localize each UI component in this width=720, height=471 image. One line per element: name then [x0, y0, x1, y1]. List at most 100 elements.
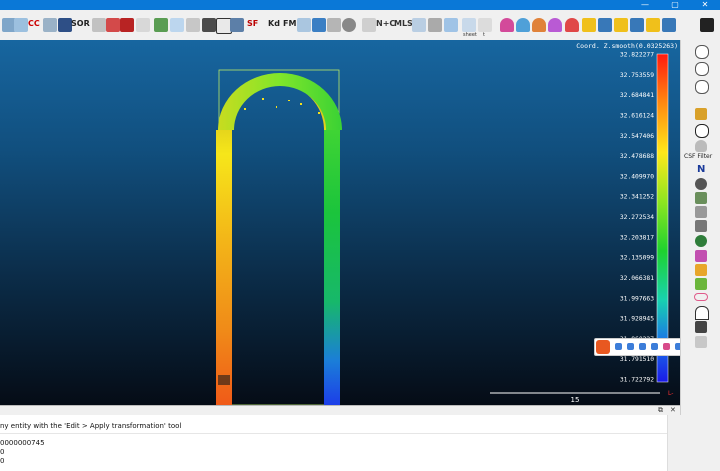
python-4-icon[interactable] — [630, 18, 644, 32]
t-label: t — [483, 32, 485, 38]
brush-icon[interactable] — [695, 108, 707, 120]
segment-icon[interactable] — [136, 18, 150, 32]
bounding-box — [218, 69, 340, 405]
layers-icon[interactable] — [695, 264, 707, 276]
scalar-tick-label: 31.791510 — [620, 356, 654, 363]
table-icon[interactable] — [202, 18, 216, 32]
color-ramp-3-icon[interactable] — [532, 18, 546, 32]
color-ramp-1-icon[interactable] — [500, 18, 514, 32]
python-1-icon[interactable] — [582, 18, 596, 32]
sphere-icon[interactable] — [342, 18, 356, 32]
gap-patch — [218, 375, 230, 385]
scalar-tick-label: 32.135099 — [620, 255, 654, 262]
clone-icon[interactable] — [412, 18, 426, 32]
minimize-button[interactable]: — — [630, 0, 660, 10]
cross-red-icon[interactable] — [106, 18, 120, 32]
wand-icon[interactable] — [92, 18, 106, 32]
python-3-icon[interactable] — [614, 18, 628, 32]
console-line: 0 — [0, 457, 5, 465]
console-close-button[interactable]: ✕ — [670, 406, 676, 414]
scalar-tick-label: 32.478688 — [620, 153, 654, 160]
divider — [0, 433, 667, 434]
chart-icon[interactable] — [170, 18, 184, 32]
python-5-icon[interactable] — [646, 18, 660, 32]
zoom-out-icon[interactable] — [695, 62, 709, 76]
brick-icon[interactable] — [120, 18, 134, 32]
scalar-tick-label: 32.753559 — [620, 72, 654, 79]
mesh-icon[interactable] — [444, 18, 458, 32]
main-toolbar: CC SOR SF Kd FM N+C MLS sheet t — [0, 10, 720, 41]
mls-tool-label[interactable]: MLS — [394, 19, 413, 28]
color-ramp-2-icon[interactable] — [516, 18, 530, 32]
histogram-icon[interactable] — [154, 18, 168, 32]
ime-keyboard-icon[interactable] — [651, 343, 658, 350]
ime-lang-icon[interactable] — [615, 343, 622, 350]
compare-icon[interactable] — [428, 18, 442, 32]
scalar-tick-label: 32.203817 — [620, 234, 654, 241]
color-ramp-5-icon[interactable] — [565, 18, 579, 32]
measure-icon[interactable] — [478, 18, 492, 32]
filter-icon[interactable] — [695, 206, 707, 218]
compass-icon[interactable] — [695, 124, 709, 138]
3d-viewport[interactable]: 15 Coord. Z.smooth(0.0325263) 32.822277 3… — [0, 40, 680, 405]
image-icon[interactable] — [695, 220, 707, 232]
python-2-icon[interactable] — [598, 18, 612, 32]
tree-icon[interactable] — [695, 235, 707, 247]
calculator-icon[interactable] — [230, 18, 244, 32]
classes-icon[interactable] — [695, 250, 707, 262]
building-icon[interactable] — [695, 321, 707, 333]
settings-icon[interactable] — [700, 18, 714, 32]
point-cloud-left-leg-outer — [216, 130, 232, 405]
scalar-tick-label: 32.409970 — [620, 173, 654, 180]
grid-icon[interactable] — [43, 18, 57, 32]
scalar-tick-label: 32.684841 — [620, 92, 654, 99]
profile-icon[interactable] — [186, 18, 200, 32]
checker-icon[interactable] — [58, 18, 72, 32]
point-cloud-left-leg — [224, 76, 332, 405]
ellipse-icon[interactable] — [694, 293, 708, 301]
maximize-button[interactable]: ▢ — [660, 0, 690, 10]
scalar-tick-label: 32.066381 — [620, 275, 654, 282]
camera-icon[interactable] — [297, 18, 311, 32]
box-icon[interactable] — [312, 18, 326, 32]
rotate-icon[interactable] — [14, 18, 28, 32]
ime-punct-icon[interactable] — [627, 343, 634, 350]
kd-tool-label[interactable]: Kd — [268, 19, 280, 28]
link-icon[interactable] — [362, 18, 376, 32]
close-button[interactable]: ✕ — [690, 0, 720, 10]
console-scrollbar[interactable] — [667, 415, 681, 471]
scalar-ticks: 32.822277 32.753559 32.684841 32.616124 32.5… — [620, 52, 654, 384]
zoom-in-icon[interactable] — [695, 45, 709, 59]
tool-icon[interactable] — [695, 336, 707, 348]
zoom-fit-icon[interactable] — [695, 80, 709, 94]
ground-icon[interactable] — [695, 178, 707, 190]
point-cloud-right-leg — [324, 130, 340, 405]
console-line: ny entity with the 'Edit > Apply transfo… — [0, 422, 182, 430]
scalar-tick-label: 31.928945 — [620, 316, 654, 323]
noise-points — [244, 98, 320, 114]
normal-curvature-label[interactable]: N+C — [376, 19, 395, 28]
sor-filter-label[interactable]: SOR — [71, 19, 90, 28]
python-6-icon[interactable] — [662, 18, 676, 32]
csf-filter-label[interactable]: CSF Filter — [684, 153, 712, 160]
cc-tool-label[interactable]: CC — [28, 19, 40, 28]
arch-icon[interactable] — [695, 306, 709, 320]
console-line: 0 — [0, 448, 5, 456]
stack-icon[interactable] — [695, 278, 707, 290]
shield-icon[interactable] — [695, 140, 707, 152]
console-float-button[interactable]: ⧉ — [658, 406, 663, 415]
ime-skin-icon[interactable] — [663, 343, 670, 350]
console-line: 0000000745 — [0, 439, 45, 447]
sf-tool-label[interactable]: SF — [247, 19, 258, 28]
ime-logo-icon[interactable] — [596, 340, 610, 354]
terrain-icon[interactable] — [695, 192, 707, 204]
scalar-tick-label: 32.822277 — [620, 52, 654, 59]
north-icon[interactable]: N — [697, 164, 705, 175]
color-ramp-4-icon[interactable] — [548, 18, 562, 32]
ime-mic-icon[interactable] — [639, 343, 646, 350]
fm-tool-label[interactable]: FM — [283, 19, 296, 28]
sheet-icon[interactable] — [462, 18, 476, 32]
disk-icon[interactable] — [327, 18, 341, 32]
ime-toolbar[interactable] — [594, 338, 680, 356]
scalar-tick-label: 32.272534 — [620, 214, 654, 221]
